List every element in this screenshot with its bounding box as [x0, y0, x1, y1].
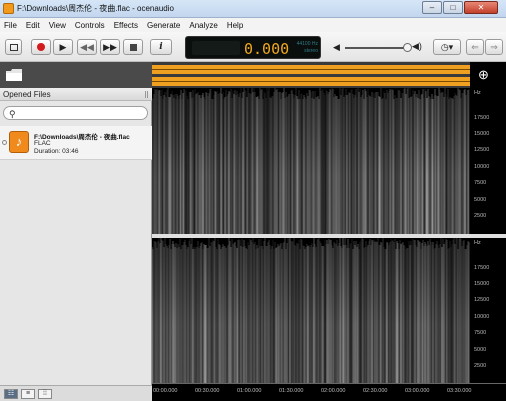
- panel-grip[interactable]: [145, 91, 148, 98]
- menu-help[interactable]: Help: [227, 21, 243, 30]
- title-bar: F:\Downloads\周杰伦 - 夜曲.flac - ocenaudio –…: [0, 0, 506, 18]
- search-input[interactable]: ⚲: [3, 106, 148, 120]
- menu-edit[interactable]: Edit: [26, 21, 40, 30]
- window-title: F:\Downloads\周杰伦 - 夜曲.flac - ocenaudio: [17, 4, 174, 13]
- spectrogram-left: [152, 88, 470, 234]
- music-note-icon: ♪: [9, 131, 29, 153]
- frequency-axis-left: Hz 17500 15000 12500 10000 7500 5000 250…: [470, 88, 506, 234]
- view-mode-bar: ☷ ≡ ⁞⁞: [0, 385, 152, 401]
- channel-mode-readout: stereo: [304, 48, 318, 54]
- file-browser-panel: Opened Files ⚲ ♪ F:\Downloads\周杰伦 - 夜曲.f…: [0, 62, 152, 385]
- time-display: 0.000 44100 Hz stereo: [185, 36, 321, 59]
- level-meter: [192, 41, 240, 55]
- fast-forward-icon: ▶▶: [103, 41, 117, 52]
- time-tick: 02:00.000: [321, 388, 346, 394]
- record-monitor-button[interactable]: [5, 39, 22, 55]
- timer-menu-button[interactable]: ◷▾: [433, 39, 461, 55]
- menu-controls[interactable]: Controls: [75, 21, 105, 30]
- fast-forward-button[interactable]: ▶▶: [100, 39, 120, 55]
- hz-tick: 12500: [474, 147, 490, 153]
- hz-unit-label: Hz: [474, 90, 481, 96]
- time-tick: 03:30.000: [447, 388, 472, 394]
- app-icon: [3, 3, 14, 14]
- info-icon: i: [159, 42, 163, 52]
- stop-button[interactable]: [123, 39, 143, 55]
- file-format: FLAC: [34, 140, 51, 147]
- hz-tick: 17500: [474, 115, 490, 121]
- time-tick: 02:30.000: [363, 388, 388, 394]
- compact-view-button[interactable]: ≡: [21, 389, 35, 399]
- hz-tick: 15000: [474, 281, 490, 287]
- time-tick: 01:00.000: [237, 388, 262, 394]
- list-view-button[interactable]: ☷: [4, 389, 18, 399]
- volume-high-icon: ◀): [412, 41, 422, 51]
- redo-button[interactable]: ⇒: [485, 39, 503, 55]
- time-tick: 03:00.000: [405, 388, 430, 394]
- info-button[interactable]: i: [150, 39, 172, 55]
- menu-bar: File Edit View Controls Effects Generate…: [0, 18, 506, 32]
- stop-icon: [129, 43, 137, 51]
- search-icon: ⚲: [9, 109, 16, 119]
- waveform-overview[interactable]: [152, 62, 470, 88]
- rewind-button[interactable]: ◀◀: [77, 39, 97, 55]
- volume-low-icon: ◀: [333, 42, 340, 52]
- file-duration: Duration: 03:46: [34, 148, 79, 155]
- play-icon: ▶: [59, 41, 67, 52]
- spectrogram-right-channel[interactable]: [152, 238, 470, 383]
- record-button[interactable]: [31, 39, 51, 55]
- folder-icon[interactable]: [6, 69, 22, 81]
- overview-centerline-left: [152, 69, 470, 70]
- rewind-icon: ◀◀: [80, 41, 94, 52]
- frequency-axis-right: Hz 17500 15000 12500 10000 7500 5000 250…: [470, 238, 506, 383]
- clock-icon: ◷▾: [440, 41, 454, 52]
- zoom-icon[interactable]: ⊕: [478, 67, 489, 83]
- hz-tick: 15000: [474, 131, 490, 137]
- hz-tick: 10000: [474, 164, 490, 170]
- toolbar: ▶ ◀◀ ▶▶ i 0.000 44100 Hz stereo ◀ ◀) ◷▾ …: [0, 32, 506, 62]
- hz-unit-label: Hz: [474, 240, 481, 246]
- maximize-button[interactable]: □: [443, 1, 463, 14]
- timeline-ruler[interactable]: 00:00.000 00:30.000 01:00.000 01:30.000 …: [152, 383, 506, 401]
- hz-tick: 7500: [474, 180, 487, 186]
- sample-rate-readout: 44100 Hz: [296, 41, 318, 47]
- volume-slider-handle[interactable]: [403, 43, 412, 52]
- play-button[interactable]: ▶: [53, 39, 73, 55]
- list-item[interactable]: ♪ F:\Downloads\周杰伦 - 夜曲.flac FLAC Durati…: [0, 126, 152, 160]
- hz-tick: 17500: [474, 265, 490, 271]
- hz-tick: 10000: [474, 314, 490, 320]
- time-tick: 00:00.000: [153, 388, 178, 394]
- close-button[interactable]: ✕: [464, 1, 498, 14]
- menu-view[interactable]: View: [49, 21, 66, 30]
- spectrogram-right: [152, 238, 470, 383]
- menu-generate[interactable]: Generate: [147, 21, 180, 30]
- hz-tick: 5000: [474, 347, 487, 353]
- arrow-right-icon: ⇒: [490, 41, 498, 52]
- time-readout: 0.000: [244, 40, 290, 58]
- waveform-area[interactable]: ⊕ Hz 17500 15000 12500 10000 7500 5000 2…: [152, 62, 506, 401]
- hz-tick: 2500: [474, 363, 487, 369]
- monitor-icon: [9, 43, 18, 51]
- window-controls: – □ ✕: [421, 1, 498, 14]
- overview-centerline-right: [152, 81, 470, 82]
- menu-effects[interactable]: Effects: [114, 21, 138, 30]
- time-tick: 01:30.000: [279, 388, 304, 394]
- minimize-button[interactable]: –: [422, 1, 442, 14]
- menu-file[interactable]: File: [4, 21, 17, 30]
- panel-toolbar: [0, 62, 152, 88]
- status-dot-icon: [2, 140, 7, 145]
- menu-analyze[interactable]: Analyze: [189, 21, 217, 30]
- arrow-left-icon: ⇐: [471, 41, 479, 52]
- spectrogram-left-channel[interactable]: [152, 88, 470, 234]
- record-icon: [37, 43, 45, 51]
- undo-button[interactable]: ⇐: [466, 39, 484, 55]
- opened-files-header: Opened Files: [0, 88, 152, 101]
- volume-slider[interactable]: [345, 47, 409, 49]
- hz-tick: 7500: [474, 330, 487, 336]
- hz-tick: 5000: [474, 197, 487, 203]
- hz-tick: 2500: [474, 213, 487, 219]
- grid-view-button[interactable]: ⁞⁞: [38, 389, 52, 399]
- hz-tick: 12500: [474, 297, 490, 303]
- time-tick: 00:30.000: [195, 388, 220, 394]
